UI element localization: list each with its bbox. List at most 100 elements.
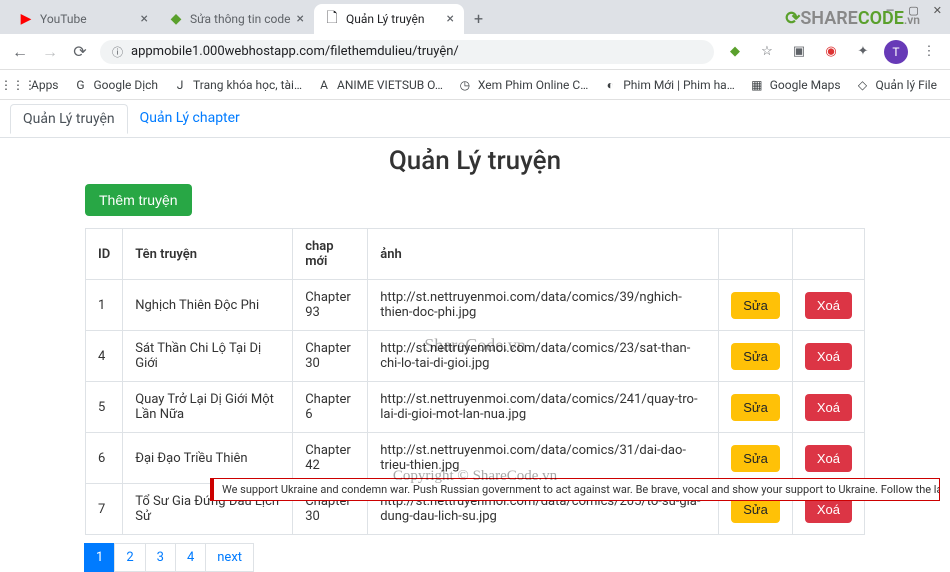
page-number[interactable]: 4: [175, 543, 206, 572]
cell-chap: Chapter 42: [293, 433, 368, 484]
browser-tab-active[interactable]: 🗋 Quản Lý truyện ×: [314, 4, 464, 34]
bookmark-item[interactable]: ◇ Quản lý File: [855, 77, 937, 93]
close-icon[interactable]: ×: [141, 11, 148, 27]
edit-button[interactable]: Sửa: [731, 343, 780, 370]
delete-button[interactable]: Xoá: [805, 343, 852, 370]
sharecode-icon: ◆: [168, 11, 184, 27]
page-nav-tabs: Quản Lý truyện Quản Lý chapter: [0, 100, 950, 138]
bookmark-label: Phim Mới | Phim ha…: [623, 78, 735, 92]
browser-tab-strip: ▶ YouTube × ◆ Sửa thông tin code × 🗋 Quả…: [0, 0, 950, 34]
bookmark-favicon: A: [316, 77, 332, 93]
delete-button[interactable]: Xoá: [805, 445, 852, 472]
bookmark-label: Quản lý File: [876, 78, 937, 92]
delete-button[interactable]: Xoá: [805, 394, 852, 421]
cell-name: Nghịch Thiên Độc Phi: [123, 280, 293, 331]
bookmark-favicon: ▦: [749, 77, 765, 93]
page-next[interactable]: next: [205, 543, 254, 572]
extension-icon-3[interactable]: ◉: [820, 41, 842, 63]
tab-quan-ly-chapter[interactable]: Quản Lý chapter: [128, 104, 252, 133]
cell-img: http://st.nettruyenmoi.com/data/comics/2…: [368, 331, 719, 382]
cell-id: 5: [86, 382, 123, 433]
table-row: 6 Đại Đạo Triều Thiên Chapter 42 http://…: [86, 433, 865, 484]
browser-tab-youtube[interactable]: ▶ YouTube ×: [8, 4, 158, 34]
bookmark-item[interactable]: ⋮⋮⋮ Apps: [10, 77, 59, 93]
edit-button[interactable]: Sửa: [731, 292, 780, 319]
cell-name: Đại Đạo Triều Thiên: [123, 433, 293, 484]
add-story-button[interactable]: Thêm truyện: [85, 184, 192, 216]
cell-chap: Chapter 93: [293, 280, 368, 331]
close-icon[interactable]: ×: [446, 11, 453, 27]
bookmark-favicon: ⋮⋮⋮: [10, 77, 26, 93]
bookmark-label: Trang khóa học, tài…: [193, 78, 302, 92]
ukraine-support-banner: We support Ukraine and condemn war. Push…: [210, 478, 940, 501]
extension-icon[interactable]: ◆: [724, 41, 746, 63]
table-row: 4 Sát Thần Chi Lộ Tại Dị Giới Chapter 30…: [86, 331, 865, 382]
profile-avatar[interactable]: T: [884, 40, 908, 64]
site-info-icon[interactable]: ⓘ: [112, 44, 123, 60]
tab-label: YouTube: [40, 12, 87, 26]
bookmark-item[interactable]: AANIME VIETSUB O…: [316, 77, 443, 93]
col-id: ID: [86, 229, 123, 280]
page-title: Quản Lý truyện: [0, 138, 950, 184]
table-row: 1 Nghịch Thiên Độc Phi Chapter 93 http:/…: [86, 280, 865, 331]
bookmark-favicon: J: [172, 77, 188, 93]
page-number[interactable]: 2: [114, 543, 145, 572]
cell-id: 7: [86, 484, 123, 535]
extension-icon-2[interactable]: ▣: [788, 41, 810, 63]
cell-id: 6: [86, 433, 123, 484]
col-img: ảnh: [368, 229, 719, 280]
browser-tab-sharecode[interactable]: ◆ Sửa thông tin code ×: [158, 4, 314, 34]
back-button[interactable]: ←: [10, 42, 30, 62]
tab-label: Sửa thông tin code: [190, 12, 290, 26]
bookmark-favicon: ◷: [457, 77, 473, 93]
maximize-button[interactable]: ▢: [908, 4, 918, 17]
forward-button[interactable]: →: [40, 42, 60, 62]
bookmark-item[interactable]: J Trang khóa học, tài…: [172, 77, 302, 93]
bookmark-item[interactable]: ▦ Google Maps: [749, 77, 841, 93]
tab-label: Quản Lý truyện: [346, 12, 425, 26]
cell-name: Sát Thần Chi Lộ Tại Dị Giới: [123, 331, 293, 382]
reload-button[interactable]: ⟳: [70, 42, 90, 61]
youtube-icon: ▶: [18, 11, 34, 27]
window-controls: — ▢ ✕: [886, 4, 942, 17]
chrome-menu-icon[interactable]: ⋮: [918, 41, 940, 63]
bookmark-label: Google Maps: [770, 78, 841, 92]
bookmark-label: Apps: [31, 78, 59, 92]
url-text: appmobile1.000webhostapp.com/filethemdul…: [131, 44, 459, 59]
col-chap: chap mới: [293, 229, 368, 280]
bookmark-favicon: ◇: [855, 77, 871, 93]
page-number[interactable]: 3: [145, 543, 176, 572]
close-icon[interactable]: ×: [296, 11, 303, 27]
edit-button[interactable]: Sửa: [731, 445, 780, 472]
page-content: Quản Lý truyện Quản Lý chapter Quản Lý t…: [0, 100, 950, 572]
cell-id: 1: [86, 280, 123, 331]
edit-button[interactable]: Sửa: [731, 394, 780, 421]
page-icon: 🗋: [324, 11, 340, 27]
tab-quan-ly-truyen[interactable]: Quản Lý truyện: [10, 104, 128, 134]
cell-chap: Chapter 6: [293, 382, 368, 433]
minimize-button[interactable]: —: [886, 4, 895, 17]
page-number[interactable]: 1: [84, 543, 115, 572]
cell-name: Quay Trở Lại Dị Giới Một Lần Nữa: [123, 382, 293, 433]
close-window-button[interactable]: ✕: [933, 4, 942, 17]
new-tab-button[interactable]: +: [464, 3, 493, 34]
bookmark-item[interactable]: ◐ Phim Mới | Phim ha…: [602, 77, 735, 93]
bookmark-label: Google Dịch: [94, 78, 159, 92]
table-row: 5 Quay Trở Lại Dị Giới Một Lần Nữa Chapt…: [86, 382, 865, 433]
cell-img: http://st.nettruyenmoi.com/data/comics/3…: [368, 433, 719, 484]
cell-id: 4: [86, 331, 123, 382]
delete-button[interactable]: Xoá: [805, 292, 852, 319]
col-name: Tên truyện: [123, 229, 293, 280]
url-field[interactable]: ⓘ appmobile1.000webhostapp.com/filethemd…: [100, 40, 714, 64]
bookmark-star-icon[interactable]: ☆: [756, 41, 778, 63]
bookmark-item[interactable]: ◷ Xem Phim Online C…: [457, 77, 588, 93]
pagination: 1234next: [85, 543, 865, 572]
cell-img: http://st.nettruyenmoi.com/data/comics/3…: [368, 280, 719, 331]
bookmark-item[interactable]: GGoogle Dịch: [73, 77, 159, 93]
extensions-menu-icon[interactable]: ✦: [852, 41, 874, 63]
cell-chap: Chapter 30: [293, 331, 368, 382]
bookmark-label: Xem Phim Online C…: [478, 78, 588, 92]
bookmarks-bar: ⋮⋮⋮ Apps GGoogle Dịch J Trang khóa học, tài……: [0, 70, 950, 100]
address-bar: ← → ⟳ ⓘ appmobile1.000webhostapp.com/fil…: [0, 34, 950, 70]
bookmark-favicon: ◐: [602, 77, 618, 93]
